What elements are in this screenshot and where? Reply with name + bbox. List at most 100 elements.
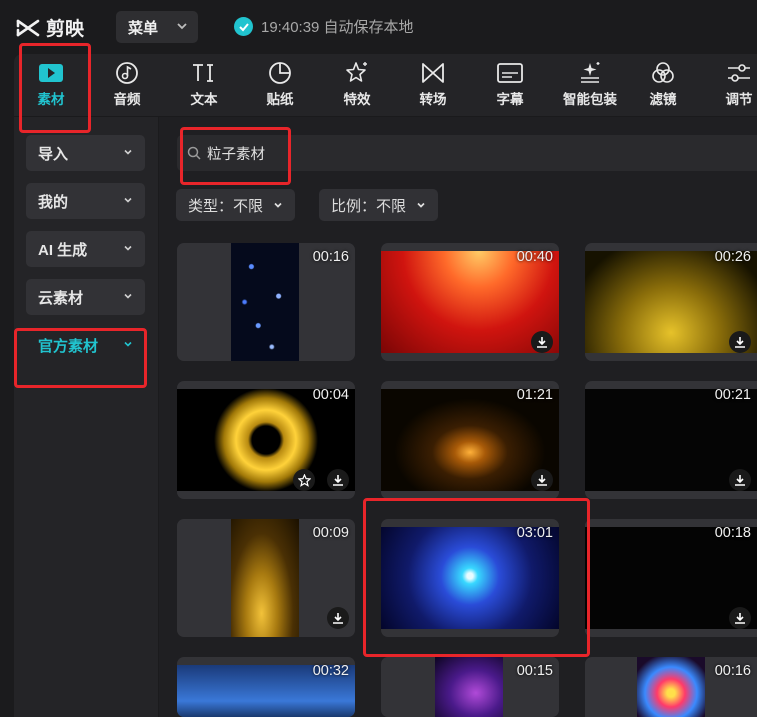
category-toolbar: 素材 音频 文本 贴纸 特效 转场 字幕 智能包装 滤镜 调节	[14, 54, 757, 117]
duration-label: 00:32	[312, 663, 349, 679]
tab-media[interactable]: 素材	[16, 60, 86, 112]
tab-effects[interactable]: 特效	[322, 60, 392, 112]
tab-effects-label: 特效	[343, 92, 371, 107]
sliders-icon	[728, 64, 750, 82]
media-card[interactable]: 00:16	[177, 243, 355, 361]
sidebar-item-label: 导入	[38, 145, 69, 163]
duration-label: 03:01	[516, 525, 553, 541]
media-card[interactable]: 00:21	[585, 381, 757, 499]
download-icon[interactable]	[531, 469, 553, 491]
download-icon[interactable]	[729, 607, 751, 629]
duration-label: 00:21	[714, 387, 751, 403]
star-sparkle-icon	[346, 62, 367, 82]
media-card[interactable]: 00:26	[585, 243, 757, 361]
type-filter-dropdown[interactable]: 类型：不限	[176, 189, 296, 221]
duration-label: 00:16	[312, 249, 349, 265]
menu-label: 菜单	[128, 19, 159, 37]
tab-audio-label: 音频	[113, 92, 141, 107]
filter-circles-icon	[652, 62, 674, 83]
chevron-down-icon	[124, 245, 132, 251]
star-favorite-icon[interactable]	[293, 469, 315, 491]
magic-wand-icon	[581, 62, 600, 83]
chevron-down-icon	[124, 341, 132, 347]
tab-transition-label: 转场	[419, 92, 447, 107]
tab-captions-label: 字幕	[496, 92, 524, 107]
tab-media-label: 素材	[37, 92, 65, 107]
ratio-filter-dropdown[interactable]: 比例：不限	[319, 189, 439, 221]
media-card[interactable]: 00:04	[177, 381, 355, 499]
duration-label: 01:21	[516, 387, 553, 403]
media-card[interactable]: 00:15	[381, 657, 559, 717]
download-icon[interactable]	[531, 331, 553, 353]
bowtie-icon	[422, 63, 444, 83]
media-card[interactable]: 00:09	[177, 519, 355, 637]
app-name: 剪映	[46, 19, 85, 40]
tab-text-label: 文本	[190, 92, 218, 107]
chevron-down-icon	[274, 202, 282, 208]
duration-label: 00:26	[714, 249, 751, 265]
text-ti-icon	[193, 64, 213, 82]
music-note-icon	[116, 62, 138, 84]
tab-smart-pack-label: 智能包装	[563, 92, 617, 107]
media-card[interactable]: 00:32	[177, 657, 355, 717]
search-icon	[187, 146, 201, 160]
subtitle-icon	[497, 63, 523, 83]
tab-transition[interactable]: 转场	[398, 60, 468, 112]
media-play-icon	[39, 64, 63, 82]
download-icon[interactable]	[327, 607, 349, 629]
download-icon[interactable]	[729, 331, 751, 353]
duration-label: 00:15	[516, 663, 553, 679]
media-card[interactable]: 03:01	[381, 519, 559, 637]
tab-sticker-label: 贴纸	[266, 92, 294, 107]
chevron-down-icon	[417, 202, 425, 208]
download-icon[interactable]	[327, 469, 349, 491]
thumbnail-blue-warp	[381, 527, 559, 629]
media-card[interactable]: 01:21	[381, 381, 559, 499]
media-card[interactable]: 00:18	[585, 519, 757, 637]
media-card[interactable]: 00:40	[381, 243, 559, 361]
tab-sticker[interactable]: 贴纸	[245, 60, 315, 112]
sidebar-item-mine[interactable]: 我的	[26, 183, 145, 219]
thumbnail-gold-spiral	[231, 519, 299, 637]
tab-smart-pack[interactable]: 智能包装	[551, 60, 629, 112]
tab-audio[interactable]: 音频	[92, 60, 162, 112]
tab-filters[interactable]: 滤镜	[628, 60, 698, 112]
sidebar-item-import[interactable]: 导入	[26, 135, 145, 171]
sidebar-item-label: 我的	[38, 193, 69, 211]
download-icon[interactable]	[729, 469, 751, 491]
media-card[interactable]: 00:16	[585, 657, 757, 717]
capcut-logo-icon	[16, 19, 40, 36]
sidebar-item-label: 官方素材	[38, 337, 99, 355]
chevron-down-icon	[177, 23, 187, 30]
app-logo: 剪映	[16, 14, 84, 41]
sidebar-item-label: AI 生成	[38, 241, 88, 259]
chevron-down-icon	[124, 197, 132, 203]
autosave-text: 19:40:39 自动保存本地	[261, 19, 414, 36]
menu-button[interactable]: 菜单	[116, 11, 198, 43]
sidebar-item-ai-generate[interactable]: AI 生成	[26, 231, 145, 267]
duration-label: 00:16	[714, 663, 751, 679]
tab-adjust-label: 调节	[725, 92, 753, 107]
tab-adjust[interactable]: 调节	[704, 60, 757, 112]
thumbnail-confetti-burst	[637, 657, 705, 717]
type-filter-label: 类型：不限	[188, 197, 264, 215]
thumbnail-blue-stars	[231, 243, 299, 361]
duration-label: 00:09	[312, 525, 349, 541]
tab-captions[interactable]: 字幕	[475, 60, 545, 112]
check-circle-icon	[234, 17, 253, 36]
media-browser: 粒子素材 类型：不限 比例：不限 00:16 00:40 00:26 00:04…	[159, 117, 757, 717]
thumbnail-purple-swirl	[435, 657, 503, 717]
chevron-down-icon	[124, 149, 132, 155]
sidebar-item-official[interactable]: 官方素材	[26, 327, 145, 363]
sticker-icon	[269, 62, 291, 84]
sidebar-item-cloud[interactable]: 云素材	[26, 279, 145, 315]
duration-label: 00:04	[312, 387, 349, 403]
title-bar: 剪映 菜单 19:40:39 自动保存本地	[0, 0, 757, 54]
search-input[interactable]: 粒子素材	[177, 135, 757, 171]
sidebar-item-label: 云素材	[38, 289, 84, 307]
autosave-status: 19:40:39 自动保存本地	[234, 16, 414, 37]
ratio-filter-label: 比例：不限	[331, 197, 407, 215]
tab-text[interactable]: 文本	[169, 60, 239, 112]
duration-label: 00:18	[714, 525, 751, 541]
duration-label: 00:40	[516, 249, 553, 265]
